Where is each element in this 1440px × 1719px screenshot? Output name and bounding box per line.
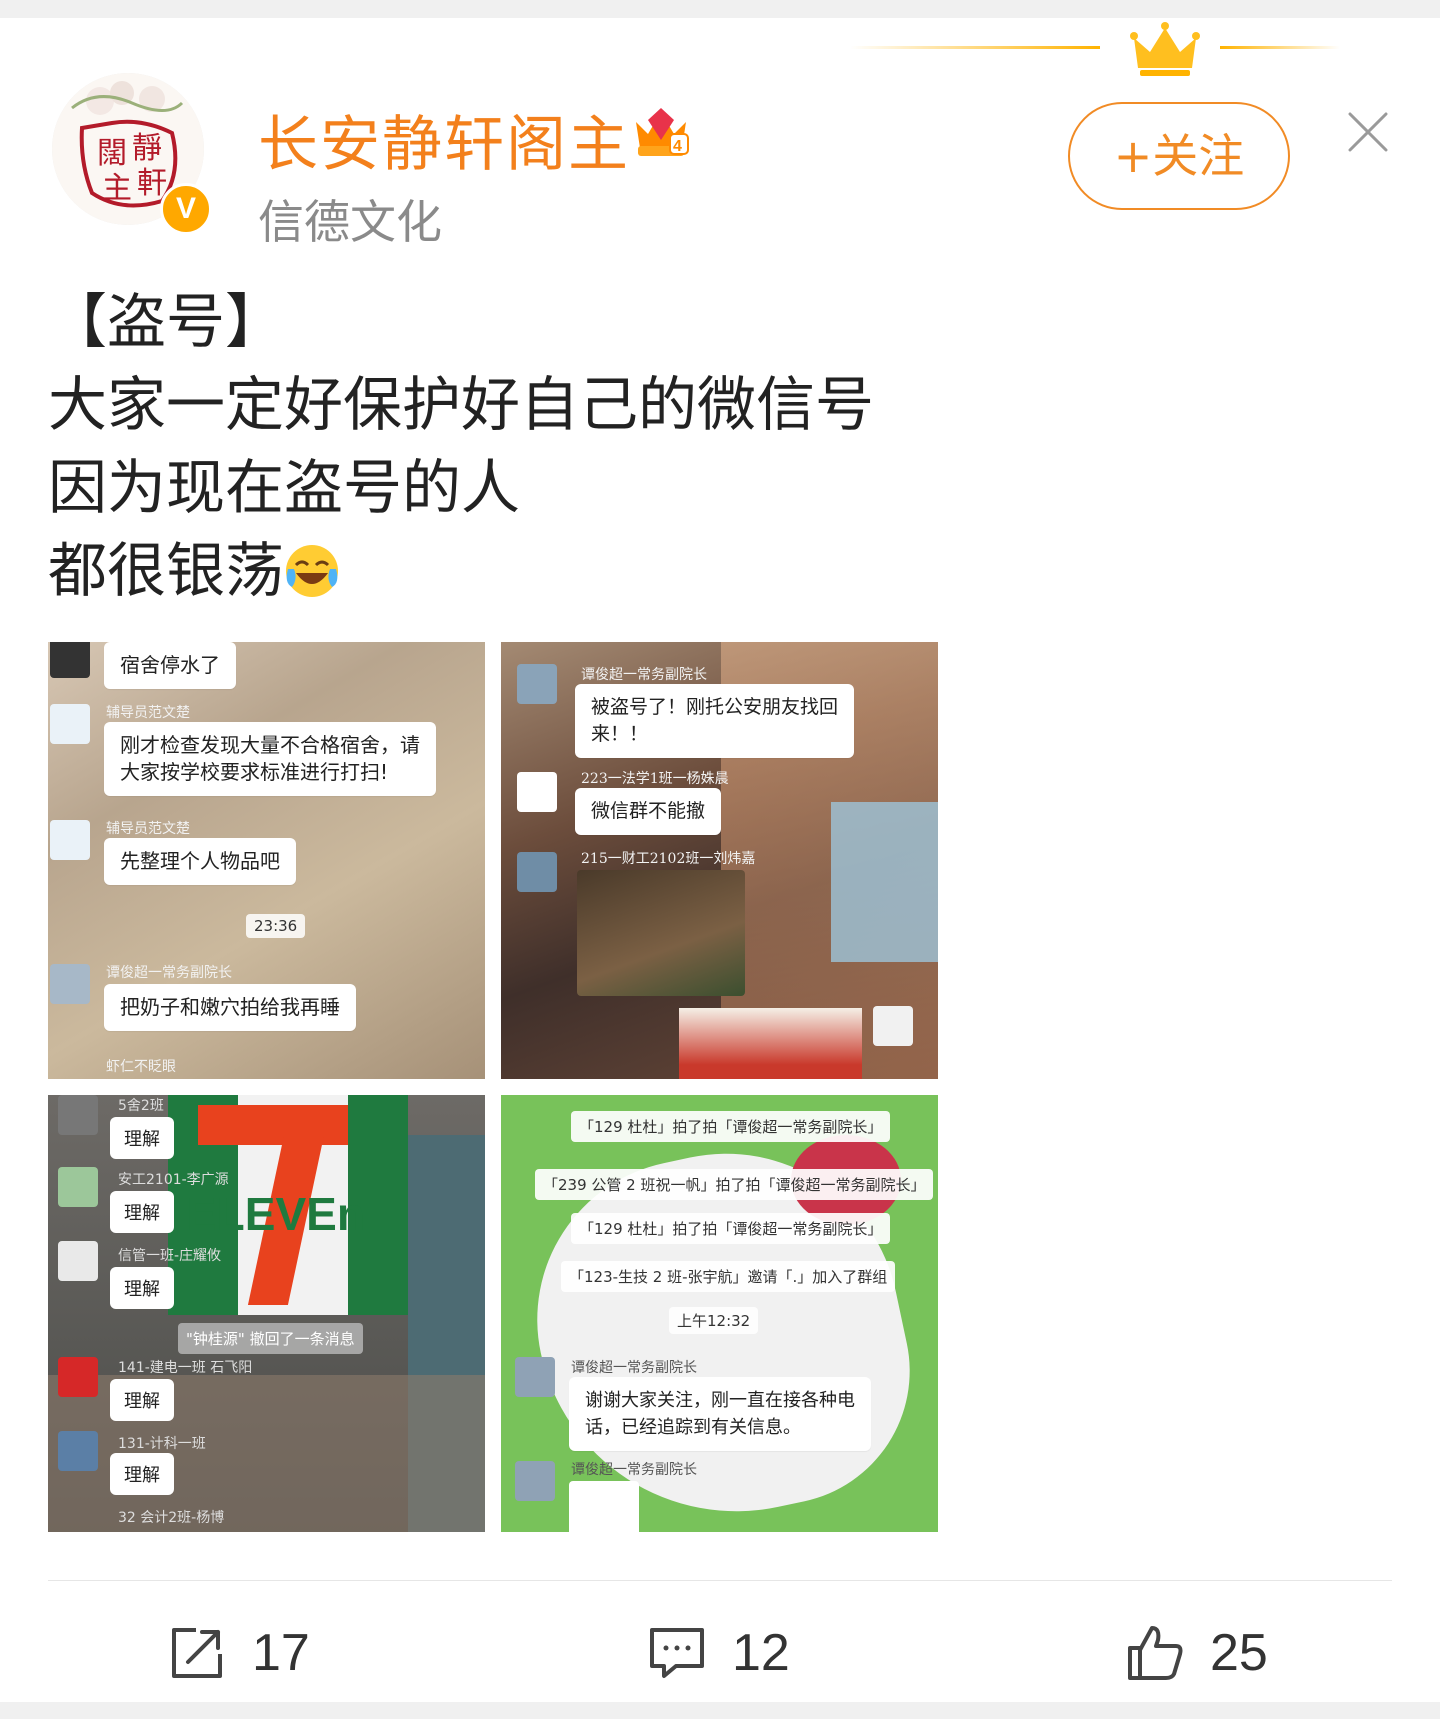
post-line-4-text: 都很银荡 xyxy=(48,536,285,605)
repost-count: 17 xyxy=(252,1624,310,1682)
repost-button[interactable]: 17 xyxy=(166,1616,310,1690)
system-message: 「123-生技 2 班-张宇航」邀请「.」加入了群组 xyxy=(561,1261,896,1292)
sender-name: 辅导员范文楚 xyxy=(106,705,190,721)
sender-name: 131-计科一班 xyxy=(118,1436,206,1452)
sender-name: 谭俊超一常务副院长 xyxy=(581,667,707,683)
sign-bar xyxy=(198,1105,348,1145)
verified-badge-icon: V xyxy=(160,183,212,235)
comment-count: 12 xyxy=(732,1624,790,1682)
divider xyxy=(48,1580,1392,1581)
sender-name: 谭俊超一常务副院长 xyxy=(571,1462,697,1478)
image-grid: 宿舍停水了 辅导员范文楚 刚才检查发现大量不合格宿舍，请 大家按学校要求标准进行… xyxy=(48,642,939,1533)
sender-name: 5舍2班 xyxy=(118,1098,164,1114)
chat-bubble: 理解 xyxy=(110,1267,174,1309)
sender-name: 32 会计2班-杨博 xyxy=(118,1510,225,1526)
avatar-thumb xyxy=(58,1167,98,1207)
chat-bubble: 刚才检查发现大量不合格宿舍，请 大家按学校要求标准进行打扫! xyxy=(104,722,436,796)
post-text: 【盗号】 大家一定好保护好自己的微信号 因为现在盗号的人 都很银荡 xyxy=(48,280,874,612)
bubble-line: 被盗号了！刚托公安朋友找回 xyxy=(591,696,839,718)
username[interactable]: 长安静轩阁主 xyxy=(258,96,630,183)
chat-bubble: 把奶子和嫩穴拍给我再睡 xyxy=(104,984,356,1031)
like-count: 25 xyxy=(1210,1624,1268,1682)
chat-bubble: 谢谢大家关注，刚一直在接各种电 话，已经追踪到有关信息。 xyxy=(569,1377,871,1451)
chat-bubble: 微信群不能撤 xyxy=(575,788,722,835)
meme-image xyxy=(577,870,745,996)
chat-bubble: 理解 xyxy=(110,1191,174,1233)
avatar-thumb xyxy=(50,820,90,860)
svg-text:主: 主 xyxy=(102,171,132,206)
bubble-line: 谢谢大家关注，刚一直在接各种电 xyxy=(585,1390,855,1411)
recall-notice: "钟桂源" 撤回了一条消息 xyxy=(178,1323,363,1354)
sender-name: 215一财工2102班一刘炜嘉 xyxy=(581,851,756,867)
avatar-thumb xyxy=(50,704,90,744)
post-card: 闊 靜 主 軒 V 长安静轩阁主 4 信德文化 +关注 【盗号】 大家一定好保护… xyxy=(0,18,1440,1702)
avatar-thumb xyxy=(515,1461,555,1501)
image-3[interactable]: ELEVEn 5舍2班 理解 安工2101-李广源 理解 信管一班-庄耀攸 理解… xyxy=(48,1095,485,1532)
chat-bubble: 先整理个人物品吧 xyxy=(104,838,296,885)
system-message: 「129 杜杜」拍了拍「谭俊超一常务副院长」 xyxy=(571,1213,891,1244)
chat-bubble: 理解 xyxy=(110,1117,174,1159)
sender-name: 信管一班-庄耀攸 xyxy=(118,1248,222,1264)
svg-text:闊: 闊 xyxy=(97,136,127,171)
avatar-thumb xyxy=(517,664,557,704)
avatar-thumb xyxy=(517,772,557,812)
chat-bubble: 理解 xyxy=(110,1453,174,1495)
follow-button[interactable]: +关注 xyxy=(1068,102,1290,210)
thumbs-up-icon xyxy=(1128,1626,1183,1680)
chat-bubble: 理解 xyxy=(110,1379,174,1421)
laugh-cry-emoji-icon xyxy=(286,545,339,597)
avatar-thumb xyxy=(50,642,90,678)
close-icon[interactable] xyxy=(1346,110,1390,154)
bubble-line: 话，已经追踪到有关信息。 xyxy=(585,1417,801,1438)
meme-image xyxy=(679,1008,862,1079)
post-line-1: 【盗号】 xyxy=(48,287,285,356)
avatar-thumb xyxy=(58,1431,98,1471)
decor-line-right xyxy=(1220,46,1340,49)
bubble-line: 大家按学校要求标准进行打扫! xyxy=(120,760,389,784)
avatar-thumb xyxy=(873,1006,913,1046)
system-message: 「239 公管 2 班祝一帆」拍了拍「谭俊超一常务副院长」 xyxy=(535,1169,934,1200)
sky-window xyxy=(831,802,938,962)
vip-crown-badge-icon: 4 xyxy=(636,108,689,156)
sender-name: 141-建电一班 石飞阳 xyxy=(118,1360,253,1376)
svg-text:4: 4 xyxy=(673,138,682,155)
avatar-thumb xyxy=(58,1095,98,1135)
sender-name: 虾仁不眨眼 xyxy=(106,1059,176,1075)
bubble-line: 来！！ xyxy=(591,723,649,745)
image-1[interactable]: 宿舍停水了 辅导员范文楚 刚才检查发现大量不合格宿舍，请 大家按学校要求标准进行… xyxy=(48,642,485,1079)
image-4[interactable]: 「129 杜杜」拍了拍「谭俊超一常务副院长」 「239 公管 2 班祝一帆」拍了… xyxy=(501,1095,938,1532)
share-icon xyxy=(172,1628,222,1678)
bubble-line: 刚才检查发现大量不合格宿舍，请 xyxy=(120,733,420,757)
image-2[interactable]: 谭俊超一常务副院长 被盗号了！刚托公安朋友找回 来！！ 223一法学1班一杨姝晨… xyxy=(501,642,938,1079)
timestamp: 上午12:32 xyxy=(669,1307,759,1334)
system-message: 「129 杜杜」拍了拍「谭俊超一常务副院长」 xyxy=(571,1111,891,1142)
svg-text:靜: 靜 xyxy=(132,131,162,166)
post-line-2: 大家一定好保护好自己的微信号 xyxy=(48,370,875,439)
timestamp: 23:36 xyxy=(246,914,306,938)
post-line-3: 因为现在盗号的人 xyxy=(48,453,521,522)
sign-text: ELEVEn xyxy=(186,1188,365,1240)
avatar-thumb xyxy=(58,1357,98,1397)
shared-screenshot xyxy=(569,1481,639,1532)
like-button[interactable]: 25 xyxy=(1124,1616,1268,1690)
sender-name: 辅导员范文楚 xyxy=(106,821,190,837)
avatar-thumb xyxy=(50,964,90,1004)
decor-line-left xyxy=(850,46,1100,49)
comment-button[interactable]: 12 xyxy=(646,1616,790,1690)
chat-bubble: 宿舍停水了 xyxy=(104,642,236,689)
avatar-thumb xyxy=(58,1241,98,1281)
sender-name: 谭俊超一常务副院长 xyxy=(106,965,232,981)
sender-name: 谭俊超一常务副院长 xyxy=(571,1360,697,1376)
sender-name: 安工2101-李广源 xyxy=(118,1172,229,1188)
sender-name: 223一法学1班一杨姝晨 xyxy=(581,771,729,787)
avatar-thumb xyxy=(515,1357,555,1397)
plus-icon: + xyxy=(1113,129,1153,183)
post-line-4: 都很银荡 xyxy=(48,529,874,612)
avatar-thumb xyxy=(517,852,557,892)
user-subtitle: 信德文化 xyxy=(258,195,442,249)
chat-bubble: 被盗号了！刚托公安朋友找回 来！！ xyxy=(575,684,855,758)
crown-icon xyxy=(1130,22,1200,76)
comment-icon xyxy=(650,1628,704,1678)
follow-label: 关注 xyxy=(1152,129,1245,183)
